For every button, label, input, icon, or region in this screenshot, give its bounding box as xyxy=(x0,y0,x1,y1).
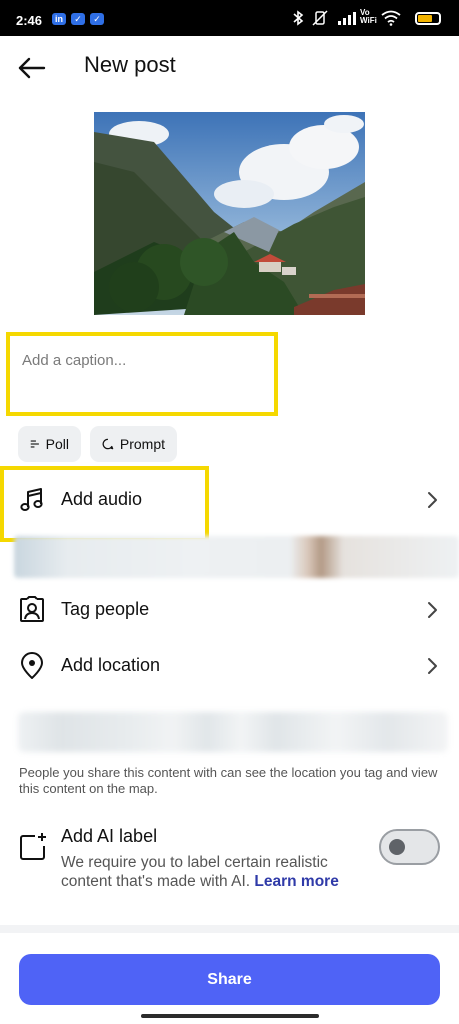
tag-people-row[interactable]: Tag people xyxy=(0,582,459,638)
learn-more-link[interactable]: Learn more xyxy=(254,873,338,890)
poll-chip-label: Poll xyxy=(45,436,69,452)
app-notification-icon: ✓ xyxy=(71,13,85,25)
add-location-label: Add location xyxy=(61,655,161,675)
linkedin-icon: in xyxy=(52,13,66,25)
caption-highlight-box xyxy=(6,332,278,416)
app-notification-icon: ✓ xyxy=(90,13,104,25)
add-audio-label: Add audio xyxy=(61,489,143,509)
poll-icon xyxy=(30,440,39,448)
add-audio-row[interactable]: Add audio xyxy=(0,472,459,528)
toggle-knob xyxy=(389,839,405,855)
location-pin-icon xyxy=(21,652,43,679)
status-time: 2:46 xyxy=(16,13,43,28)
blurred-suggestions xyxy=(14,536,459,578)
chevron-right-icon xyxy=(428,602,437,618)
header: New post xyxy=(0,36,459,96)
chevron-right-icon xyxy=(428,492,437,508)
back-arrow-icon[interactable] xyxy=(14,50,50,86)
chevron-right-icon xyxy=(428,658,437,674)
signal-icon xyxy=(338,12,356,25)
bluetooth-icon xyxy=(293,10,304,26)
ai-label-description: We require you to label certain realisti… xyxy=(61,853,361,891)
prompt-chip[interactable]: Prompt xyxy=(90,426,177,462)
page-title: New post xyxy=(84,52,176,77)
home-indicator xyxy=(141,1014,319,1018)
blurred-location-suggestions xyxy=(18,712,448,752)
vibrate-icon xyxy=(312,10,328,26)
landscape-image xyxy=(94,112,365,315)
add-location-row[interactable]: Add location xyxy=(0,638,459,694)
prompt-icon xyxy=(102,438,114,450)
ai-label-icon xyxy=(20,833,46,860)
poll-chip[interactable]: Poll xyxy=(18,426,81,462)
share-button[interactable]: Share xyxy=(19,954,440,1005)
tag-people-icon xyxy=(20,596,44,622)
battery-icon xyxy=(415,12,441,25)
status-bar: 2:46 in ✓ ✓ Vo WiFi xyxy=(0,0,459,36)
ai-label-toggle[interactable] xyxy=(379,829,440,865)
music-note-icon xyxy=(20,488,43,511)
caption-input[interactable] xyxy=(22,352,262,402)
location-info-text: People you share this content with can s… xyxy=(19,765,438,796)
ai-label-title: Add AI label xyxy=(61,826,158,846)
section-divider xyxy=(0,925,459,933)
post-image-preview[interactable] xyxy=(94,112,365,315)
tag-people-label: Tag people xyxy=(61,599,150,619)
prompt-chip-label: Prompt xyxy=(119,436,165,452)
vowifi-label: Vo WiFi xyxy=(360,8,377,25)
wifi-icon xyxy=(381,10,401,26)
